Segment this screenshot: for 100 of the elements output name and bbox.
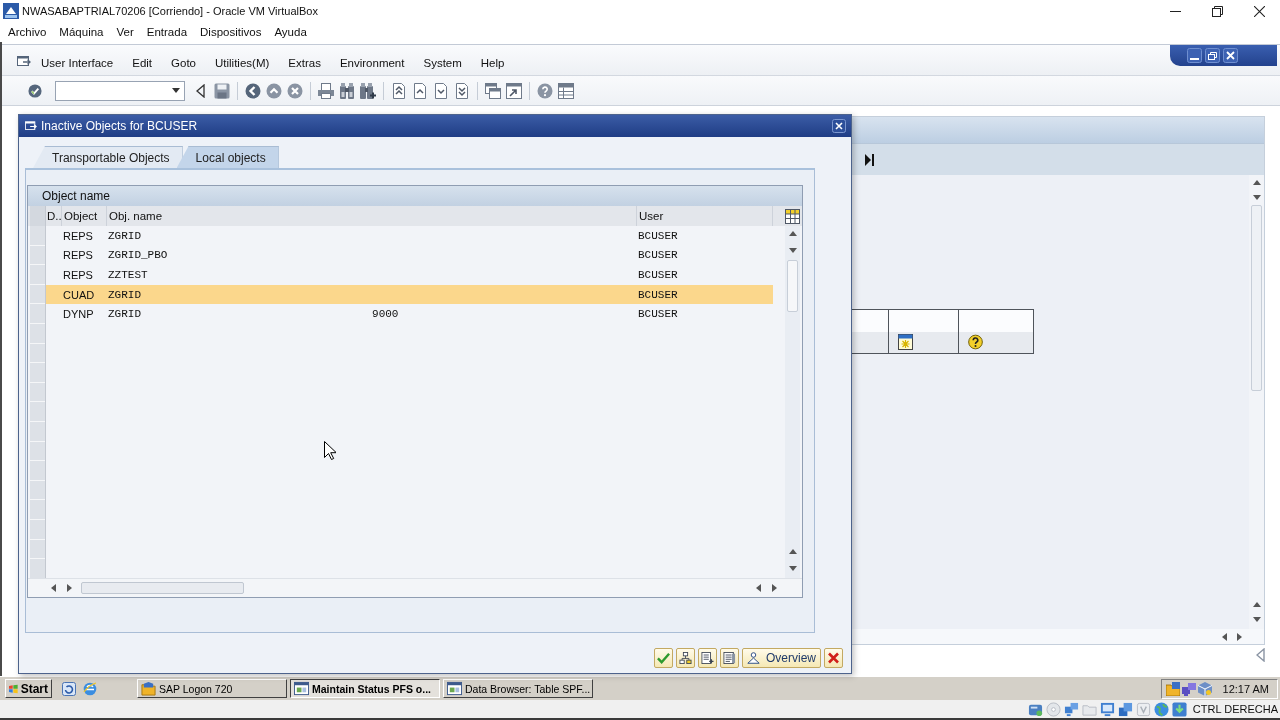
double-up-page-icon[interactable] <box>391 82 407 99</box>
menu-item[interactable]: Edit <box>132 57 153 69</box>
dialog-title: Inactive Objects for BCUSER <box>41 119 198 133</box>
scroll-up-icon[interactable] <box>1252 602 1261 607</box>
menu-item[interactable]: Ayuda <box>274 26 307 38</box>
menu-item[interactable]: Goto <box>171 57 196 69</box>
menu-item[interactable]: Utilities(M) <box>215 57 270 69</box>
scroll-left-icon[interactable] <box>1222 632 1227 641</box>
caret-icon[interactable] <box>172 88 180 93</box>
check-icon[interactable] <box>28 83 42 98</box>
down-page-icon[interactable] <box>433 82 449 99</box>
table-cell: REPS <box>63 229 93 242</box>
hierarchy-button[interactable] <box>676 648 695 668</box>
menu-item[interactable]: Ver <box>116 26 134 38</box>
confirm-button[interactable] <box>654 648 673 668</box>
list-plus-icon <box>701 652 714 664</box>
tab[interactable]: Local objects <box>176 146 279 168</box>
shortcut-icon[interactable] <box>506 82 522 99</box>
document-icon <box>723 652 736 664</box>
menu-item[interactable]: Archivo <box>8 26 47 38</box>
skip-end-icon[interactable] <box>865 153 874 166</box>
help-icon[interactable] <box>537 82 553 99</box>
table-row[interactable]: DYNP ZGRID 9000 BCUSER <box>46 304 773 324</box>
clock: 12:17 AM <box>1222 682 1269 695</box>
network-icon[interactable] <box>1117 701 1133 717</box>
menu-item[interactable]: Help <box>480 57 505 69</box>
menu-item[interactable]: Extras <box>288 57 321 69</box>
binoculars-plus-icon[interactable] <box>360 82 376 99</box>
table-row[interactable]: REPS ZGRID BCUSER <box>46 226 773 246</box>
restore-icon[interactable] <box>1211 5 1223 17</box>
globe-icon[interactable] <box>1153 701 1169 717</box>
close-icon[interactable] <box>1253 5 1265 17</box>
scroll-thumb[interactable] <box>1251 205 1262 391</box>
menu-item[interactable]: User Interface <box>41 57 114 69</box>
folder-icon[interactable] <box>1165 681 1180 696</box>
cancel-button[interactable] <box>824 648 843 668</box>
scroll-up-icon[interactable] <box>788 549 797 554</box>
tab[interactable]: Transportable Objects <box>33 146 183 168</box>
scroll-up-icon[interactable] <box>788 231 797 236</box>
menu-item[interactable]: Environment <box>339 57 405 69</box>
table-cell: BCUSER <box>638 249 678 262</box>
scroll-left-icon[interactable] <box>51 584 56 592</box>
two-windows-icon[interactable] <box>485 82 501 99</box>
table-cell: BCUSER <box>638 308 678 321</box>
binoculars-icon[interactable] <box>339 82 355 99</box>
cancel-icon[interactable] <box>287 82 303 99</box>
column-header[interactable]: User <box>637 206 773 226</box>
menu-item[interactable]: Entrada <box>146 26 188 38</box>
network-icon[interactable] <box>1181 681 1196 696</box>
column-header[interactable]: D.. <box>46 206 62 226</box>
scroll-right-icon[interactable] <box>67 584 72 592</box>
close-icon[interactable] <box>832 119 846 133</box>
scroll-down-icon[interactable] <box>1252 195 1261 200</box>
scroll-down-icon[interactable] <box>1252 617 1261 622</box>
scroll-left-icon[interactable] <box>756 584 761 592</box>
double-down-page-icon[interactable] <box>454 82 470 99</box>
up-page-icon[interactable] <box>412 82 428 99</box>
table-icon[interactable] <box>785 208 800 224</box>
save-icon[interactable] <box>214 82 230 99</box>
menu-item[interactable]: Máquina <box>59 26 104 38</box>
triangle-left-icon[interactable] <box>196 83 205 98</box>
table-row[interactable]: CUAD ZGRID BCUSER <box>46 284 773 305</box>
globe-icon[interactable] <box>83 681 97 696</box>
start-button[interactable]: Start <box>5 679 52 698</box>
menu-item[interactable]: System <box>423 57 462 69</box>
scroll-right-icon[interactable] <box>772 584 777 592</box>
taskbar-button[interactable]: Maintain Status PFS o... <box>290 679 440 698</box>
scroll-right-icon[interactable] <box>1237 632 1242 641</box>
scroll-up-icon[interactable] <box>1252 180 1261 185</box>
menu-item[interactable]: Dispositivos <box>200 26 262 38</box>
calendar-icon <box>898 334 913 350</box>
table-row[interactable]: REPS ZGRID_PBO BCUSER <box>46 245 773 266</box>
table-cell: ZGRID_PBO <box>108 249 168 262</box>
column-header[interactable]: Obj. name <box>107 206 637 226</box>
scroll-down-icon[interactable] <box>788 566 797 571</box>
column-header[interactable]: Object <box>62 206 107 226</box>
table-cell: BCUSER <box>638 269 678 281</box>
document-button[interactable] <box>720 648 739 668</box>
table-cell: BCUSER <box>638 288 678 301</box>
download-icon[interactable] <box>1171 701 1187 717</box>
network-icon[interactable] <box>1063 701 1079 717</box>
command-field[interactable] <box>55 80 185 101</box>
scroll-thumb[interactable] <box>81 582 244 594</box>
overview-button[interactable]: Overview <box>742 648 821 668</box>
minimize-icon[interactable] <box>1169 10 1181 12</box>
printer-icon[interactable] <box>318 82 334 99</box>
scroll-thumb[interactable] <box>787 260 798 312</box>
taskbar-button[interactable]: SAP Logon 720 <box>137 679 287 698</box>
scroll-down-icon[interactable] <box>788 248 797 253</box>
cube-icon[interactable] <box>1197 681 1212 696</box>
list-button[interactable] <box>698 648 717 668</box>
table-layout-icon[interactable] <box>558 82 574 99</box>
up-chevron-icon[interactable] <box>266 82 282 99</box>
table-row[interactable]: REPS ZZTEST BCUSER <box>46 265 773 285</box>
table-cell: ZGRID 9000 <box>108 308 399 321</box>
table-cell: ZZTEST <box>108 269 148 281</box>
table-cell: DYNP <box>63 308 94 321</box>
taskbar-button[interactable]: Data Browser: Table SPF... <box>443 679 593 698</box>
monitor-icon[interactable] <box>1099 701 1115 717</box>
tile-icon[interactable] <box>62 681 76 696</box>
